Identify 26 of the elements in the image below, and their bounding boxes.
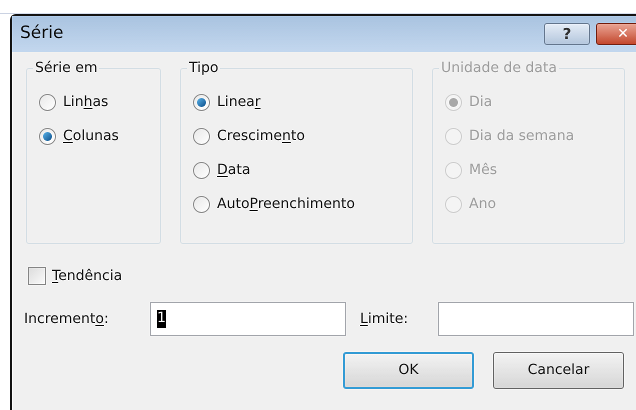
checkbox[interactable] (28, 267, 46, 285)
checkbox-label: Tendência (52, 266, 122, 286)
radio-label: Dia da semana (469, 126, 574, 146)
radio-label: Data (217, 160, 250, 180)
field-label: Limite: (360, 310, 410, 328)
radio-button[interactable] (193, 196, 210, 212)
field-label: Incremento: (24, 310, 110, 328)
radio-label: Ano (469, 194, 496, 214)
radio-button[interactable] (193, 128, 210, 144)
radio-label: Linear (217, 92, 261, 112)
radio-label: Mês (469, 160, 497, 180)
radio-label: AutoPreenchimento (217, 194, 355, 214)
dialog-button[interactable]: OK (343, 352, 474, 389)
help-button[interactable]: ? (544, 23, 590, 45)
radio-label: Colunas (63, 126, 119, 146)
radio-button[interactable] (39, 94, 56, 110)
radio-button[interactable] (39, 128, 56, 144)
radio-label: Crescimento (217, 126, 305, 146)
radio-label: Dia (469, 92, 492, 112)
radio-button[interactable] (193, 162, 210, 178)
input-field[interactable]: 1 (150, 302, 346, 336)
radio-label: Linhas (63, 92, 108, 112)
dialog-button[interactable]: Cancelar (493, 352, 624, 389)
input-field[interactable] (438, 302, 634, 336)
window-title: Série (20, 22, 64, 46)
radio-button[interactable] (193, 94, 210, 110)
